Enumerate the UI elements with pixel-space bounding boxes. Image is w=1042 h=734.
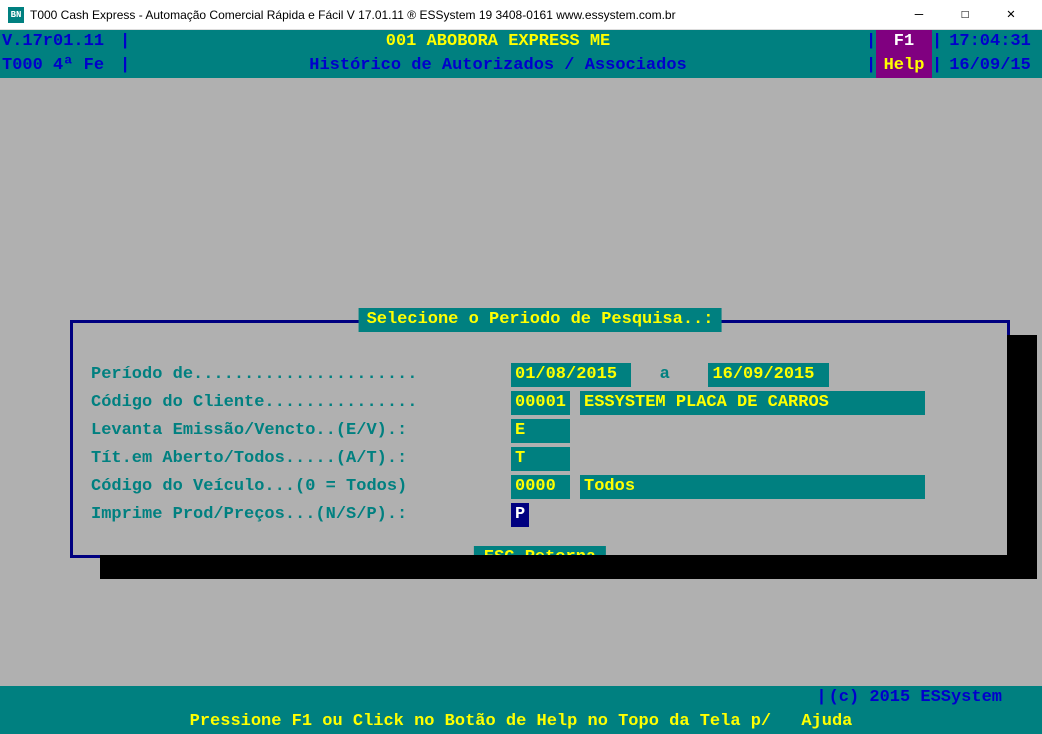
window-title: T000 Cash Express - Automação Comercial …	[30, 8, 896, 22]
divider: |	[120, 30, 130, 54]
print-row: Imprime Prod/Preços...(N/S/P).: P	[91, 503, 995, 527]
divider: |	[866, 54, 876, 78]
dialog-title: Selecione o Periodo de Pesquisa..:	[359, 308, 722, 332]
copyright-text: (c) 2015 ESSystem	[829, 686, 1042, 710]
app-icon: BN	[8, 7, 24, 23]
screen-subtitle: Histórico de Autorizados / Associados	[130, 54, 866, 78]
period-separator: a	[631, 363, 708, 387]
window-controls: — ☐ ✕	[896, 0, 1034, 30]
client-code-field[interactable]: 00001	[511, 391, 570, 415]
divider: |	[932, 30, 942, 54]
print-field[interactable]: P	[511, 503, 529, 527]
footer-help-text: Pressione F1 ou Click no Botão de Help n…	[190, 712, 772, 731]
header-row-1: V.17r01.11 | 001 ABOBORA EXPRESS ME | F1…	[0, 30, 1042, 54]
help-key-label[interactable]: F1	[876, 30, 932, 54]
vehicle-row: Código do Veículo...(0 = Todos) 0000 Tod…	[91, 475, 995, 499]
footer-ajuda-text: Ajuda	[801, 712, 852, 731]
shadow-right	[1007, 335, 1037, 579]
help-button[interactable]: Help	[876, 54, 932, 78]
client-label: Código do Cliente...............	[91, 391, 511, 415]
header-row-2: T000 4ª Fe | Histórico de Autorizados / …	[0, 54, 1042, 78]
terminal-area: V.17r01.11 | 001 ABOBORA EXPRESS ME | F1…	[0, 30, 1042, 734]
minimize-button[interactable]: —	[896, 0, 942, 30]
emission-row: Levanta Emissão/Vencto..(E/V).: E	[91, 419, 995, 443]
titlebar: BN T000 Cash Express - Automação Comerci…	[0, 0, 1042, 30]
shadow-bottom	[100, 555, 1037, 579]
open-all-field[interactable]: T	[511, 447, 570, 471]
vehicle-label: Código do Veículo...(0 = Todos)	[91, 475, 511, 499]
search-dialog: Selecione o Periodo de Pesquisa..: Perío…	[70, 320, 1010, 558]
period-row: Período de...................... 01/08/2…	[91, 363, 995, 387]
client-row: Código do Cliente............... 00001 E…	[91, 391, 995, 415]
emission-label: Levanta Emissão/Vencto..(E/V).:	[91, 419, 511, 443]
company-title: 001 ABOBORA EXPRESS ME	[130, 30, 866, 54]
version-label: V.17r01.11	[0, 30, 120, 54]
terminal-label: T000 4ª Fe	[0, 54, 120, 78]
open-all-label: Tít.em Aberto/Todos.....(A/T).:	[91, 447, 511, 471]
date-display: 16/09/15	[942, 54, 1042, 78]
print-label: Imprime Prod/Preços...(N/S/P).:	[91, 503, 511, 527]
maximize-button[interactable]: ☐	[942, 0, 988, 30]
client-desc: ESSYSTEM PLACA DE CARROS	[580, 391, 925, 415]
divider: |	[814, 686, 828, 710]
close-button[interactable]: ✕	[988, 0, 1034, 30]
footer-help-row: Pressione F1 ou Click no Botão de Help n…	[0, 710, 1042, 734]
time-display: 17:04:31	[942, 30, 1042, 54]
footer: | (c) 2015 ESSystem Pressione F1 ou Clic…	[0, 686, 1042, 734]
vehicle-code-field[interactable]: 0000	[511, 475, 570, 499]
vehicle-desc: Todos	[580, 475, 925, 499]
divider: |	[866, 30, 876, 54]
divider: |	[120, 54, 130, 78]
date-from-field[interactable]: 01/08/2015	[511, 363, 631, 387]
application-window: BN T000 Cash Express - Automação Comerci…	[0, 0, 1042, 734]
open-all-row: Tít.em Aberto/Todos.....(A/T).: T	[91, 447, 995, 471]
dialog-wrapper: Selecione o Periodo de Pesquisa..: Perío…	[70, 320, 1010, 558]
footer-top-row: | (c) 2015 ESSystem	[0, 686, 1042, 710]
date-to-field[interactable]: 16/09/2015	[708, 363, 828, 387]
period-label: Período de......................	[91, 363, 511, 387]
divider: |	[932, 54, 942, 78]
emission-field[interactable]: E	[511, 419, 570, 443]
